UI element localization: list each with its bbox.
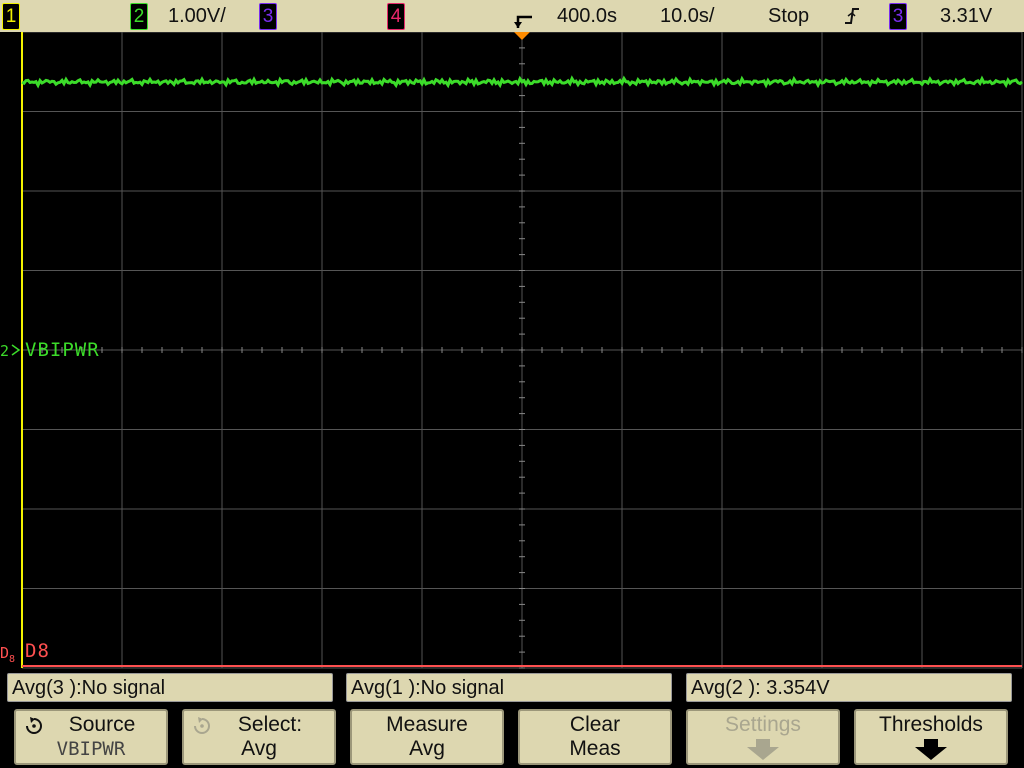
channel-2-ground-marker[interactable]: 2 <box>0 342 10 360</box>
horizontal-delay: 400.0s <box>557 5 618 27</box>
down-arrow-icon <box>747 739 779 760</box>
digital-channel-label: D8 <box>25 640 50 662</box>
softkey-label: Settings <box>725 713 801 736</box>
select-softkey[interactable]: Select: Avg <box>182 709 336 765</box>
graticule <box>11 32 1023 669</box>
rotate-knob-icon <box>194 717 210 734</box>
channel-1-indicator[interactable]: 1 <box>2 3 20 30</box>
trigger-position-marker[interactable] <box>514 32 530 40</box>
trigger-marker-icon <box>514 15 532 28</box>
clear-meas-softkey[interactable]: Clear Meas <box>518 709 672 765</box>
measurement-readout: Avg(3 ):No signal <box>7 673 333 702</box>
softkey-value: Avg <box>409 737 445 760</box>
softkey-label: Thresholds <box>879 713 983 736</box>
measure-softkey[interactable]: Measure Avg <box>350 709 504 765</box>
channel-2-scale: 1.00V/ <box>168 5 226 27</box>
waveform-display[interactable]: 2 VBIPWR D 8 D8 <box>0 32 1024 670</box>
channel-2-indicator[interactable]: 2 <box>130 3 148 30</box>
down-arrow-icon <box>915 739 947 760</box>
settings-softkey[interactable]: Settings <box>686 709 840 765</box>
measurement-readout: Avg(2 ): 3.354V <box>686 673 1012 702</box>
channel-4-indicator[interactable]: 4 <box>387 3 405 30</box>
softkey-value: Avg <box>241 737 277 760</box>
rising-edge-icon <box>845 8 859 24</box>
trigger-level: 3.31V <box>940 5 993 27</box>
softkey-label: Clear <box>569 713 621 736</box>
softkey-label: Measure <box>386 713 468 736</box>
rotate-knob-icon <box>26 717 42 734</box>
run-state[interactable]: Stop <box>768 0 809 32</box>
thresholds-softkey[interactable]: Thresholds <box>854 709 1008 765</box>
ground-arrow-icon <box>11 344 21 356</box>
softkey-value: Meas <box>569 737 621 760</box>
softkey-value: VBIPWR <box>56 738 126 760</box>
channel-3-indicator[interactable]: 3 <box>259 3 277 30</box>
status-bar: 1 2 1.00V/ 3 4 400.0s 10.0s/ Stop 3 3.31… <box>0 0 1024 32</box>
measurement-readout: Avg(1 ):No signal <box>346 673 672 702</box>
timebase: 10.0s/ <box>660 5 715 27</box>
source-softkey[interactable]: Source VBIPWR <box>14 709 168 765</box>
digital-channel-marker-subscript: 8 <box>9 654 17 665</box>
trigger-source-indicator[interactable]: 3 <box>889 3 907 30</box>
channel-2-label: VBIPWR <box>25 339 100 361</box>
